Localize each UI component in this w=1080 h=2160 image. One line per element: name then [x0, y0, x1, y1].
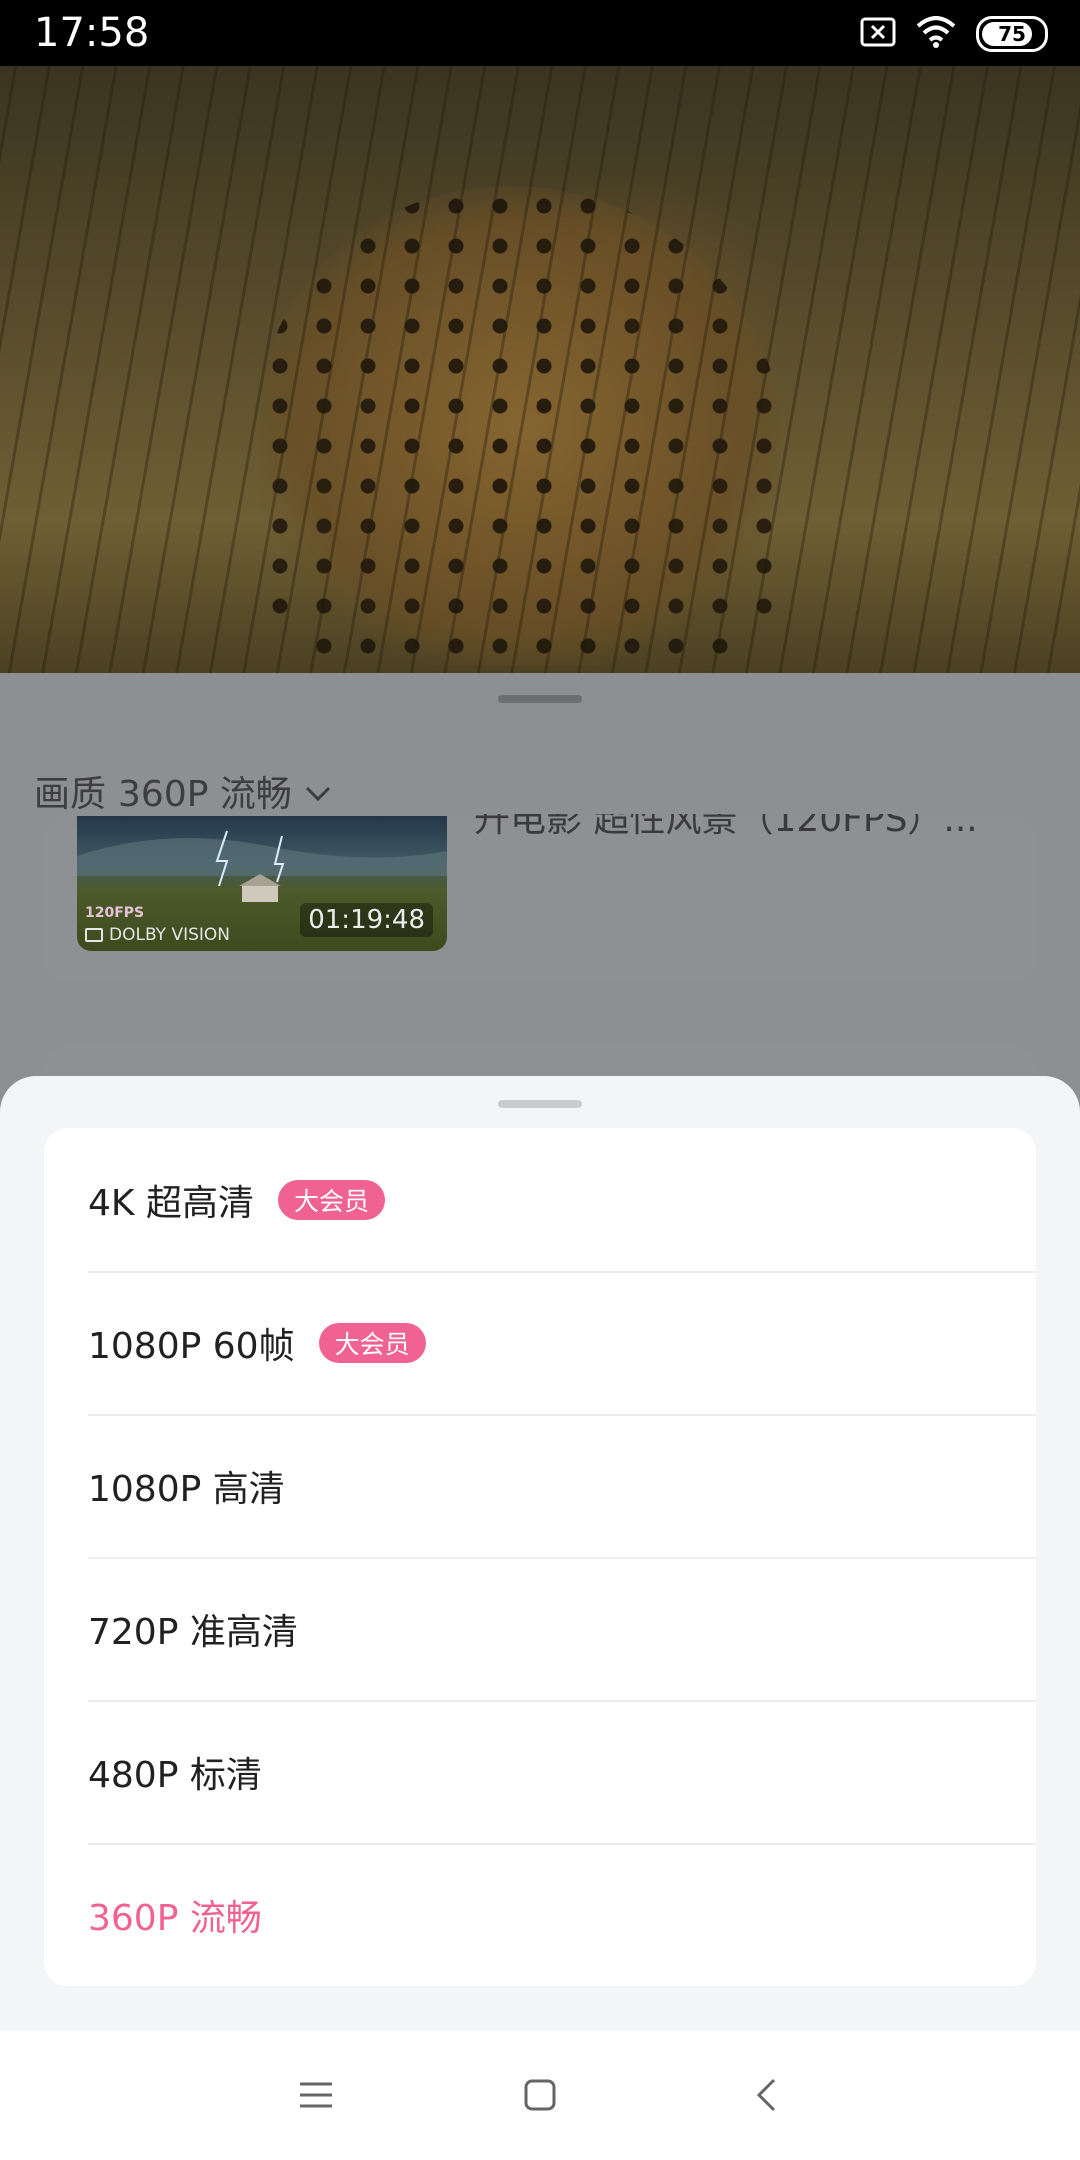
- status-time: 17:58: [34, 10, 150, 56]
- option-label: 1080P 高清: [88, 1468, 285, 1510]
- dolby-icon: [85, 928, 103, 942]
- option-label: 720P 准高清: [88, 1611, 298, 1653]
- sheet-drag-handle[interactable]: [498, 1100, 582, 1108]
- fps-badge: 120FPS: [85, 905, 145, 921]
- quality-bottom-sheet: 4K 超高清 大会员 1080P 60帧 大会员 1080P 高清 720P 准…: [0, 1076, 1080, 2031]
- battery-level: 75: [998, 22, 1026, 46]
- video-thumbnail[interactable]: 120FPS DOLBY VISION 01:19:48: [77, 816, 447, 951]
- option-label: 360P 流畅: [88, 1897, 262, 1939]
- chevron-down-icon: [304, 771, 332, 812]
- video-player[interactable]: [0, 66, 1080, 673]
- quality-label: 画质: [34, 774, 107, 815]
- quality-option-720p[interactable]: 720P 准高清: [44, 1557, 1036, 1700]
- navigation-bar: [0, 2031, 1080, 2160]
- panel-drag-handle[interactable]: [498, 695, 582, 703]
- quality-option-1080p60[interactable]: 1080P 60帧 大会员: [44, 1271, 1036, 1414]
- wifi-icon: [916, 16, 956, 52]
- quality-selector[interactable]: 画质 360P 流畅: [34, 761, 332, 821]
- quality-option-480p[interactable]: 480P 标清: [44, 1700, 1036, 1843]
- home-icon[interactable]: [508, 2063, 572, 2127]
- video-card[interactable]: 升电影 超性风景（120FPS）... 120FPS DOLBY VISION …: [44, 814, 1036, 981]
- vip-badge: 大会员: [318, 1322, 426, 1363]
- grass-overlay: [0, 66, 1080, 673]
- dolby-text: DOLBY VISION: [109, 925, 231, 945]
- dolby-vision-label: DOLBY VISION: [85, 925, 230, 945]
- quality-option-1080p[interactable]: 1080P 高清: [44, 1414, 1036, 1557]
- battery-icon: 75: [976, 16, 1048, 52]
- quality-option-4k[interactable]: 4K 超高清 大会员: [44, 1128, 1036, 1271]
- quality-option-360p[interactable]: 360P 流畅: [44, 1843, 1036, 1986]
- sim-error-icon: [860, 17, 896, 51]
- status-bar: 17:58 75: [0, 0, 1080, 66]
- option-label: 4K 超高清: [88, 1182, 254, 1224]
- status-icons: 75: [860, 14, 1048, 54]
- video-card-title: 升电影 超性风景（120FPS）...: [474, 799, 978, 840]
- option-label: 480P 标清: [88, 1754, 262, 1796]
- option-label: 1080P 60帧: [88, 1325, 295, 1367]
- quality-options-list: 4K 超高清 大会员 1080P 60帧 大会员 1080P 高清 720P 准…: [44, 1128, 1036, 1986]
- quality-value: 360P 流畅: [118, 774, 292, 815]
- back-icon[interactable]: [734, 2063, 798, 2127]
- menu-icon[interactable]: [284, 2063, 348, 2127]
- video-duration: 01:19:48: [300, 903, 433, 937]
- vip-badge: 大会员: [277, 1179, 385, 1220]
